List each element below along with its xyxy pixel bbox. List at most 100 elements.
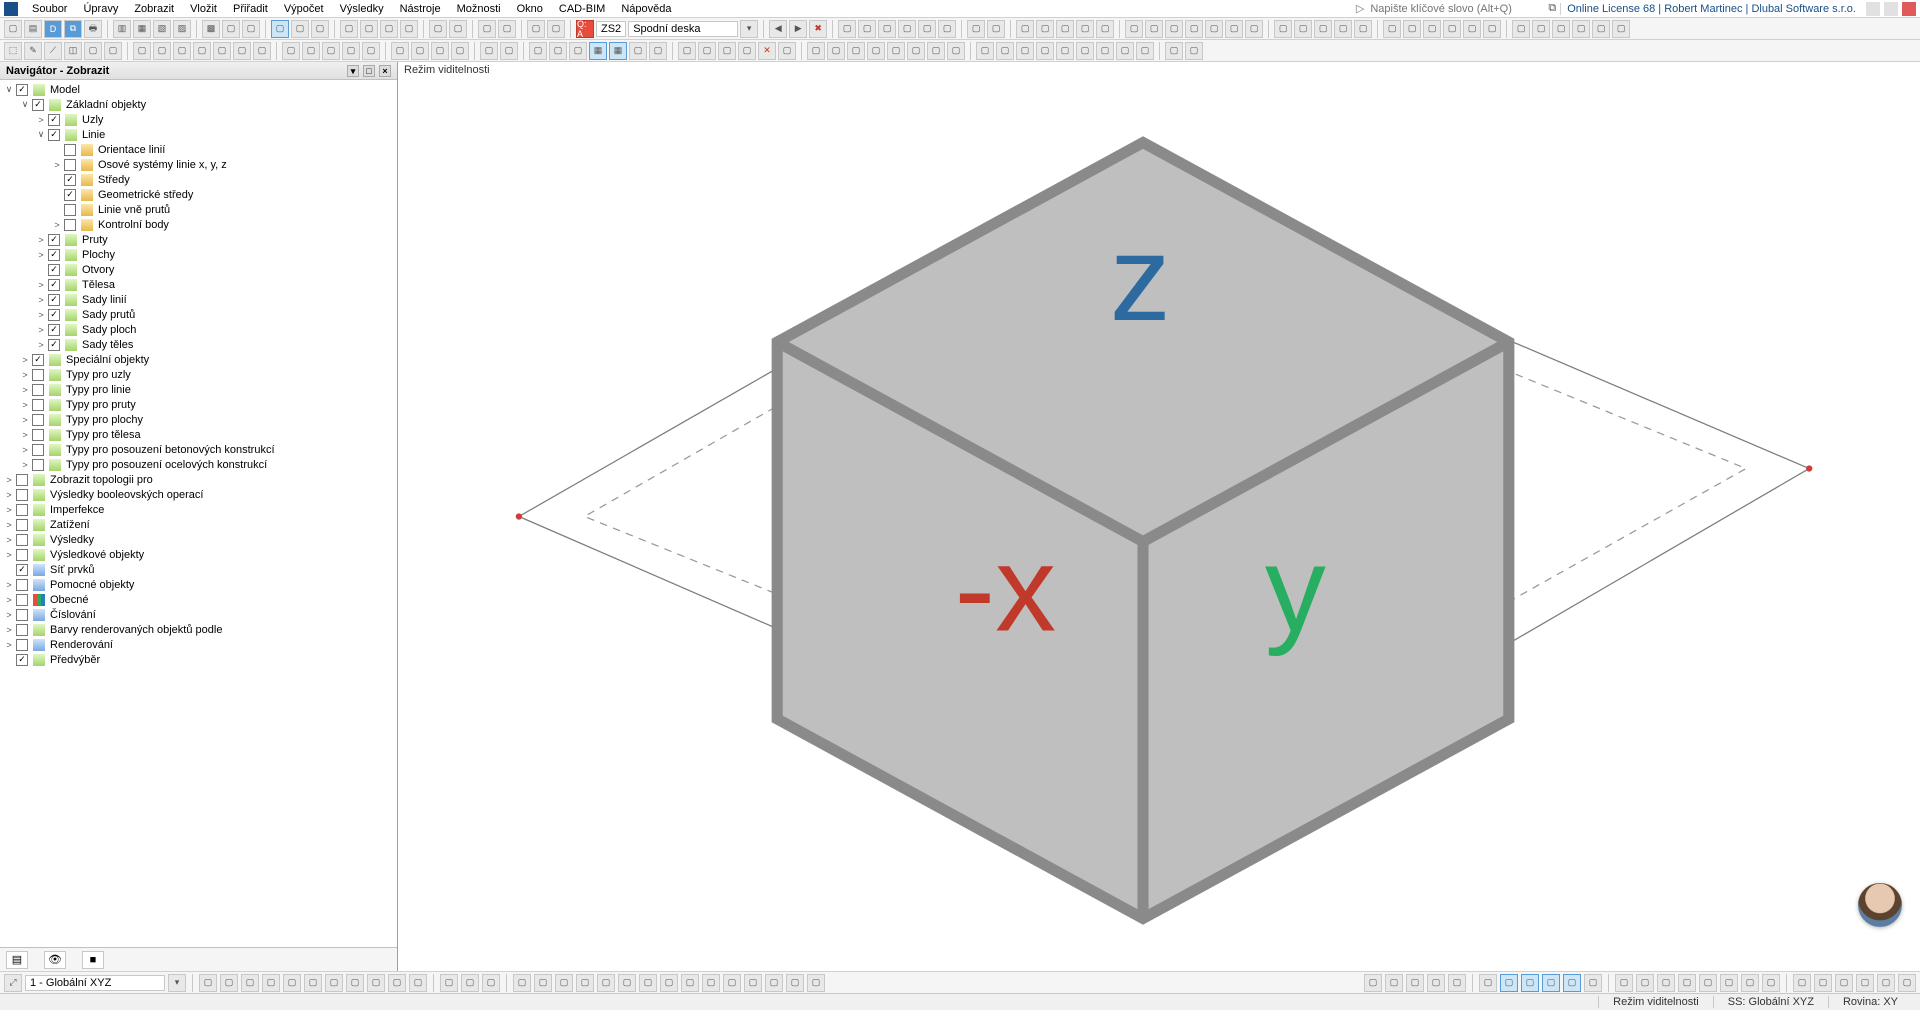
tb3-4[interactable]: ▢	[241, 974, 259, 992]
tb1-12[interactable]: ▩	[202, 20, 220, 38]
expand-icon[interactable]: >	[36, 115, 46, 125]
checkbox[interactable]	[48, 264, 60, 276]
tb2-40[interactable]: ▢	[718, 42, 736, 60]
expand-icon[interactable]: >	[4, 595, 14, 605]
tb1-9[interactable]: ▧	[153, 20, 171, 38]
checkbox[interactable]	[48, 294, 60, 306]
checkbox[interactable]	[64, 174, 76, 186]
assistant-avatar[interactable]	[1858, 883, 1902, 927]
zs-desc[interactable]: Spodní deska	[628, 21, 738, 37]
tb1-74[interactable]: ▢	[1423, 20, 1441, 38]
expand-icon[interactable]: >	[52, 160, 62, 170]
viewport[interactable]: Režim viditelnosti -x y z	[398, 62, 1920, 971]
expand-icon[interactable]: >	[36, 235, 46, 245]
tree-node[interactable]: >Typy pro posouzení ocelových konstrukcí	[0, 457, 397, 472]
tb1-60[interactable]: ▢	[1165, 20, 1183, 38]
tb2-30[interactable]: ▢	[529, 42, 547, 60]
tb1-43[interactable]: ▢	[858, 20, 876, 38]
tree-node[interactable]: >Uzly	[0, 112, 397, 127]
tb2-50[interactable]: ▢	[907, 42, 925, 60]
tb3-cs-icon[interactable]: ⤢	[4, 974, 22, 992]
open-button[interactable]: ▤	[24, 20, 42, 38]
minimize-button[interactable]	[1866, 2, 1880, 16]
checkbox[interactable]	[16, 84, 28, 96]
tree-node[interactable]: Středy	[0, 172, 397, 187]
expand-icon[interactable]: >	[20, 400, 30, 410]
tree-node[interactable]: >Výsledky booleovských operací	[0, 487, 397, 502]
tb3-7[interactable]: ▢	[304, 974, 322, 992]
checkbox[interactable]	[16, 609, 28, 621]
tree-node[interactable]: >Obecné	[0, 592, 397, 607]
expand-icon[interactable]: >	[4, 490, 14, 500]
tb1-77[interactable]: ▢	[1483, 20, 1501, 38]
tb2-51[interactable]: ▢	[927, 42, 945, 60]
tb1-72[interactable]: ▢	[1383, 20, 1401, 38]
zs-code[interactable]: ZS2	[596, 21, 626, 37]
tree-node[interactable]: Geometrické středy	[0, 187, 397, 202]
zs-dropdown-icon[interactable]: ▾	[740, 20, 758, 38]
menu-přiřadit[interactable]: Přiřadit	[225, 2, 276, 16]
panel-mode-eye-icon[interactable]: 👁	[44, 951, 66, 969]
tb2-56[interactable]: ▢	[1016, 42, 1034, 60]
tb2-25[interactable]: ▢	[451, 42, 469, 60]
tree-node[interactable]: >Sady ploch	[0, 322, 397, 337]
checkbox[interactable]	[32, 354, 44, 366]
tb2-43[interactable]: ▢	[778, 42, 796, 60]
menu-okno[interactable]: Okno	[509, 2, 551, 16]
tb2-5[interactable]: ▢	[84, 42, 102, 60]
tree-node[interactable]: Předvýběr	[0, 652, 397, 667]
tb3-cs-dropdown-icon[interactable]: ▾	[168, 974, 186, 992]
tb1-79[interactable]: ▢	[1512, 20, 1530, 38]
expand-icon[interactable]: >	[4, 520, 14, 530]
tb2-31[interactable]: ▢	[549, 42, 567, 60]
tree-node[interactable]: Síť prvků	[0, 562, 397, 577]
tb2-47[interactable]: ▢	[847, 42, 865, 60]
tree-node[interactable]: ∨Linie	[0, 127, 397, 142]
tree-node[interactable]: Otvory	[0, 262, 397, 277]
collapse-icon[interactable]: ∨	[36, 129, 46, 140]
tree-node[interactable]: >Pomocné objekty	[0, 577, 397, 592]
checkbox[interactable]	[48, 249, 60, 261]
tb2-46[interactable]: ▢	[827, 42, 845, 60]
tb1-82[interactable]: ▢	[1572, 20, 1590, 38]
checkbox[interactable]	[48, 309, 60, 321]
print-button[interactable]: 🖶	[84, 20, 102, 38]
tb1-52[interactable]: ▢	[1016, 20, 1034, 38]
checkbox[interactable]	[48, 129, 60, 141]
tb1-17[interactable]: ▢	[291, 20, 309, 38]
expand-icon[interactable]: >	[20, 460, 30, 470]
tb2-11[interactable]: ▢	[193, 42, 211, 60]
tb1-84[interactable]: ▢	[1612, 20, 1630, 38]
tb1-67[interactable]: ▢	[1294, 20, 1312, 38]
tree-node[interactable]: >Číslování	[0, 607, 397, 622]
tb1-28[interactable]: ▢	[478, 20, 496, 38]
expand-icon[interactable]: >	[4, 505, 14, 515]
tb1-54[interactable]: ▢	[1056, 20, 1074, 38]
checkbox[interactable]	[16, 534, 28, 546]
tb1-42[interactable]: ▢	[838, 20, 856, 38]
save-button[interactable]: D	[44, 20, 62, 38]
tb2-52[interactable]: ▢	[947, 42, 965, 60]
tb2-45[interactable]: ▢	[807, 42, 825, 60]
tb2-27[interactable]: ▢	[480, 42, 498, 60]
tb2-48[interactable]: ▢	[867, 42, 885, 60]
expand-icon[interactable]: >	[4, 640, 14, 650]
expand-icon[interactable]: >	[36, 310, 46, 320]
tb2-58[interactable]: ▢	[1056, 42, 1074, 60]
tb1-80[interactable]: ▢	[1532, 20, 1550, 38]
tb1-32[interactable]: ▢	[547, 20, 565, 38]
checkbox[interactable]	[48, 279, 60, 291]
checkbox[interactable]	[64, 219, 76, 231]
tb1-76[interactable]: ▢	[1463, 20, 1481, 38]
tree-node[interactable]: >Plochy	[0, 247, 397, 262]
tb2-2[interactable]: ✎	[24, 42, 42, 60]
checkbox[interactable]	[32, 399, 44, 411]
tb2-60[interactable]: ▢	[1096, 42, 1114, 60]
tb3-8[interactable]: ▢	[325, 974, 343, 992]
tb1-25[interactable]: ▢	[429, 20, 447, 38]
tb1-49[interactable]: ▢	[967, 20, 985, 38]
tree-node[interactable]: >Typy pro pruty	[0, 397, 397, 412]
tb1-22[interactable]: ▢	[380, 20, 398, 38]
tb1-29[interactable]: ▢	[498, 20, 516, 38]
tb2-59[interactable]: ▢	[1076, 42, 1094, 60]
